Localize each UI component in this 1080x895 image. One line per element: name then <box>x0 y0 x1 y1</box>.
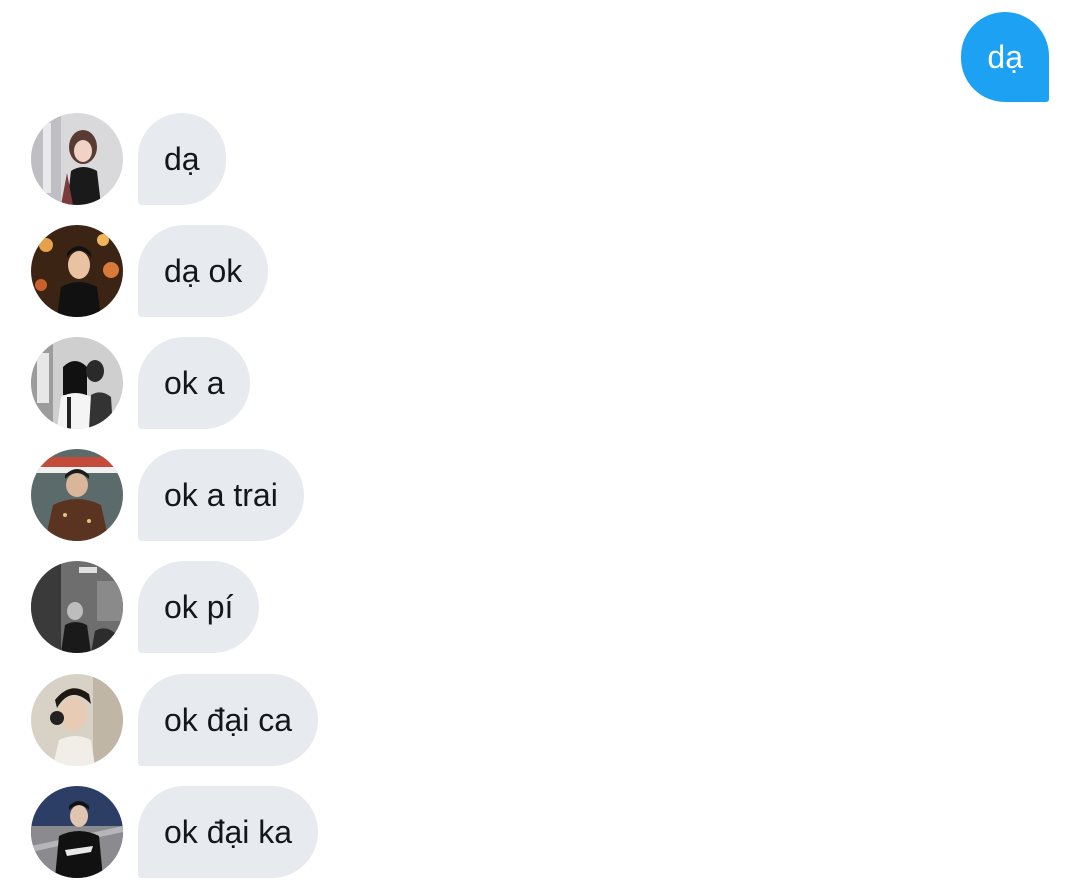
avatar[interactable] <box>31 337 123 429</box>
incoming-bubble: ok a <box>138 337 251 429</box>
incoming-bubble: ok đại ca <box>138 674 319 766</box>
avatar[interactable] <box>31 786 123 878</box>
incoming-message[interactable]: ok đại ca <box>31 674 319 766</box>
outgoing-bubble: dạ <box>961 12 1049 102</box>
avatar[interactable] <box>31 674 123 766</box>
avatar[interactable] <box>31 225 123 317</box>
outgoing-message[interactable]: dạ <box>961 12 1049 102</box>
avatar[interactable] <box>31 113 123 205</box>
incoming-message[interactable]: dạ <box>31 113 226 205</box>
incoming-message[interactable]: ok đại ka <box>31 786 319 878</box>
incoming-message[interactable]: ok a trai <box>31 449 304 541</box>
incoming-bubble: ok pí <box>138 561 260 653</box>
avatar[interactable] <box>31 561 123 653</box>
incoming-message[interactable]: ok a <box>31 337 251 429</box>
incoming-bubble: ok a trai <box>138 449 304 541</box>
avatar[interactable] <box>31 449 123 541</box>
incoming-message[interactable]: ok pí <box>31 561 260 653</box>
incoming-message[interactable]: dạ ok <box>31 225 269 317</box>
incoming-bubble: dạ ok <box>138 225 269 317</box>
incoming-bubble: dạ <box>138 113 226 205</box>
incoming-bubble: ok đại ka <box>138 786 319 878</box>
conversation: dạ dạ dạ ok ok a ok a trai ok pí ok đại … <box>0 0 1080 895</box>
